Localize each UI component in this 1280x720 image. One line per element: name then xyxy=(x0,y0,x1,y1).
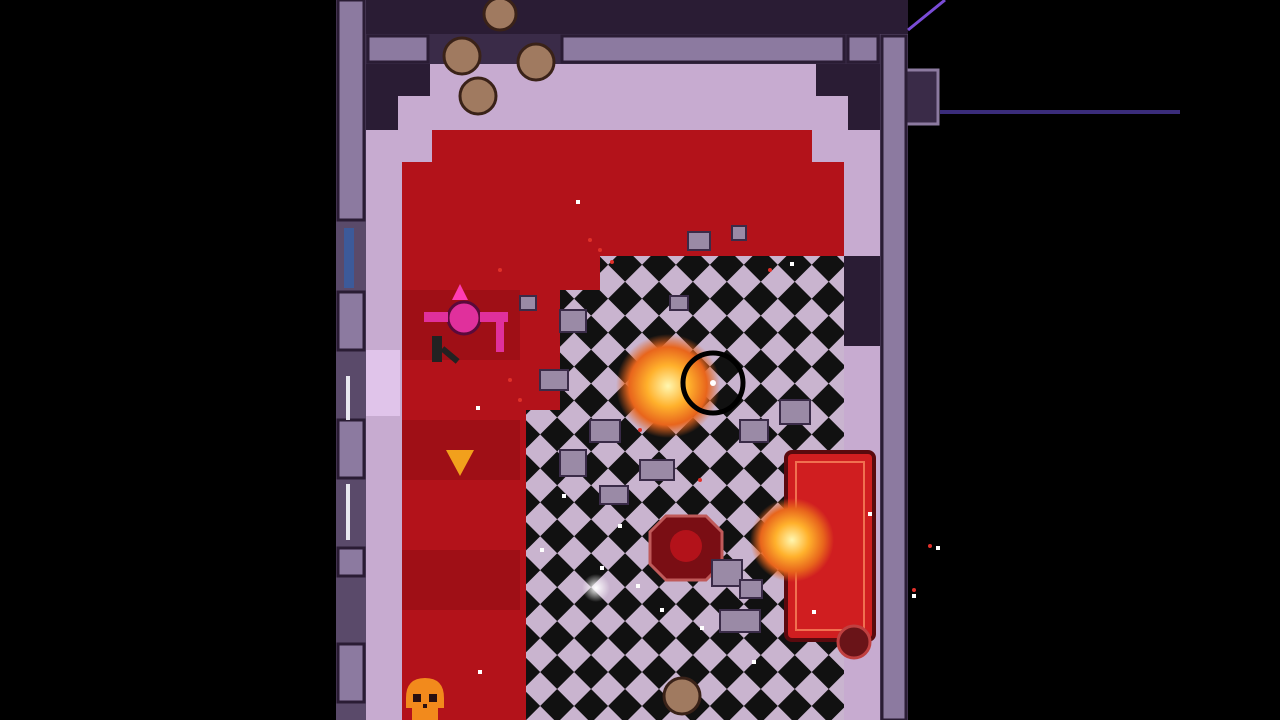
top-panel xyxy=(560,34,846,64)
game-scene[interactable] xyxy=(0,0,1280,720)
explosion-large xyxy=(616,334,720,438)
explosion-small xyxy=(750,498,834,582)
muzzle-flash xyxy=(582,574,610,602)
floor-right-edge xyxy=(844,256,880,346)
